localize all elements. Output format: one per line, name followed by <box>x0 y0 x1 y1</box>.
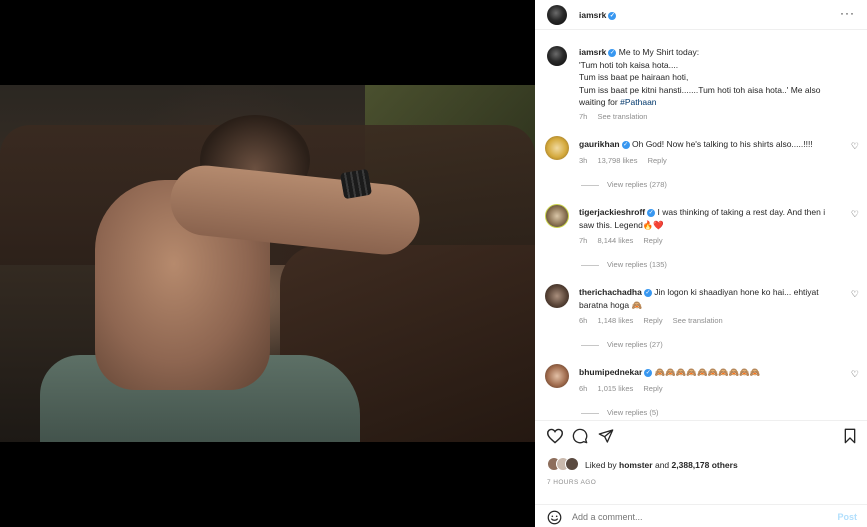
comment-like-heart-icon[interactable]: ♡ <box>851 209 859 220</box>
save-bookmark-icon[interactable] <box>843 428 857 444</box>
view-replies-button[interactable]: View replies (278) <box>581 180 667 189</box>
post-header: iamsrk ✓ ··· <box>535 0 867 30</box>
comment-text: tigerjackieshroff ✓ I was thinking of tak… <box>579 206 829 231</box>
share-paper-plane-icon[interactable] <box>598 428 614 444</box>
post-timestamp[interactable]: 7 HOURS AGO <box>547 479 596 486</box>
caption-line: Tum iss baat pe hairaan hoti, <box>579 72 689 82</box>
comment-reply-button[interactable]: Reply <box>643 384 662 393</box>
comment-reply-button[interactable]: Reply <box>643 236 662 245</box>
comment-reply-button[interactable]: Reply <box>643 316 662 325</box>
comment-time: 6h <box>579 384 588 393</box>
comment-likes-count[interactable]: 8,144 likes <box>597 236 633 245</box>
liked-by-user-link[interactable]: homster <box>619 460 653 470</box>
comment-like-heart-icon[interactable]: ♡ <box>851 289 859 300</box>
liked-by-avatars[interactable] <box>547 457 585 471</box>
comment-meta: 6h 1,015 likes Reply <box>579 384 671 393</box>
liked-by-others-link[interactable]: 2,388,178 others <box>672 460 738 470</box>
post-side-panel: iamsrk ✓ ··· iamsrk ✓ Me to My Shirt today… <box>535 0 867 527</box>
view-replies-line <box>581 264 599 266</box>
verified-badge-icon: ✓ <box>643 288 652 297</box>
verified-badge-icon: ✓ <box>647 208 656 217</box>
verified-badge-icon: ✓ <box>621 140 630 149</box>
emoji-smiley-icon[interactable] <box>547 510 562 525</box>
caption-time[interactable]: 7h <box>579 112 587 121</box>
comment-time: 6h <box>579 316 588 325</box>
caption-line: 'Tum hoti toh kaisa hota.... <box>579 59 679 70</box>
caption-avatar[interactable] <box>547 46 567 66</box>
comment-bubble-icon[interactable] <box>572 428 588 444</box>
comment-likes-count[interactable]: 13,798 likes <box>597 156 637 165</box>
comment-text: bhumipednekar ✓ 🙈🙈🙈🙈🙈🙈🙈🙈🙈🙈 <box>579 366 829 379</box>
caption-line: Tum iss baat pe kitni hansti.......Tum h… <box>579 84 821 95</box>
view-replies-line <box>581 184 599 186</box>
view-replies-button[interactable]: View replies (27) <box>581 340 663 349</box>
add-comment-row: Post <box>535 504 867 527</box>
liked-by-text: Liked by homster and 2,388,178 others <box>585 460 738 470</box>
comment-body: 🙈🙈🙈🙈🙈🙈🙈🙈🙈🙈 <box>654 367 761 377</box>
caption-line: waiting for <box>579 97 618 107</box>
comment-text: therichachadha ✓ Jin logon ki shaadiyan h… <box>579 286 829 311</box>
view-replies-button[interactable]: View replies (5) <box>581 408 659 417</box>
see-translation-link[interactable]: See translation <box>673 316 723 325</box>
see-translation-link[interactable]: See translation <box>597 112 647 121</box>
media-area <box>0 0 535 527</box>
comment-reply-button[interactable]: Reply <box>648 156 667 165</box>
caption-username[interactable]: iamsrk <box>579 47 606 57</box>
comment-username[interactable]: gaurikhan <box>579 139 620 149</box>
comment-username[interactable]: therichachadha <box>579 287 642 297</box>
verified-badge-icon: ✓ <box>644 368 653 377</box>
author-username[interactable]: iamsrk ✓ <box>579 10 617 20</box>
comment-avatar[interactable] <box>545 204 569 228</box>
view-replies-label[interactable]: View replies (5) <box>607 408 659 417</box>
comment-avatar[interactable] <box>545 364 569 388</box>
comment-username[interactable]: tigerjackieshroff <box>579 207 645 217</box>
liked-by-prefix: Liked by <box>585 460 617 470</box>
caption-line: Me to My Shirt today: <box>618 47 700 57</box>
comment-likes-count[interactable]: 1,015 likes <box>597 384 633 393</box>
post-photo[interactable] <box>0 85 535 442</box>
comment-time: 3h <box>579 156 588 165</box>
liked-by-and: and <box>654 460 670 470</box>
more-horizontal-icon[interactable]: ··· <box>840 7 855 19</box>
liker-avatar <box>565 457 579 471</box>
add-comment-input[interactable] <box>572 512 812 522</box>
author-avatar[interactable] <box>547 5 567 25</box>
verified-badge-icon: ✓ <box>608 48 617 57</box>
verified-badge-icon: ✓ <box>608 11 617 20</box>
instagram-post-view: iamsrk ✓ ··· iamsrk ✓ Me to My Shirt today… <box>0 0 867 527</box>
post-comment-button[interactable]: Post <box>837 512 857 522</box>
author-username-text[interactable]: iamsrk <box>579 10 606 20</box>
view-replies-line <box>581 344 599 346</box>
hashtag-link[interactable]: #Pathaan <box>620 97 656 107</box>
comment-like-heart-icon[interactable]: ♡ <box>851 369 859 380</box>
view-replies-line <box>581 412 599 414</box>
post-actions: Liked by homster and 2,388,178 others 7 … <box>535 420 867 527</box>
comment-meta: 7h 8,144 likes Reply <box>579 236 671 245</box>
post-caption: iamsrk ✓ Me to My Shirt today: 'Tum hoti … <box>579 46 849 109</box>
comment-likes-count[interactable]: 1,148 likes <box>597 316 633 325</box>
comment-body: Oh God! Now he's talking to his shirts a… <box>632 139 813 149</box>
comment-meta: 6h 1,148 likes Reply See translation <box>579 316 731 325</box>
comment-time: 7h <box>579 236 588 245</box>
view-replies-label[interactable]: View replies (278) <box>607 180 667 189</box>
like-heart-icon[interactable] <box>546 428 564 444</box>
photo-wristband <box>339 168 373 200</box>
view-replies-button[interactable]: View replies (135) <box>581 260 667 269</box>
comment-meta: 3h 13,798 likes Reply <box>579 156 675 165</box>
comment-like-heart-icon[interactable]: ♡ <box>851 141 859 152</box>
view-replies-label[interactable]: View replies (27) <box>607 340 663 349</box>
comment-avatar[interactable] <box>545 284 569 308</box>
caption-meta: 7h See translation <box>579 112 655 121</box>
comment-text: gaurikhan ✓ Oh God! Now he's talking to h… <box>579 138 829 151</box>
comment-username[interactable]: bhumipednekar <box>579 367 642 377</box>
view-replies-label[interactable]: View replies (135) <box>607 260 667 269</box>
comment-avatar[interactable] <box>545 136 569 160</box>
